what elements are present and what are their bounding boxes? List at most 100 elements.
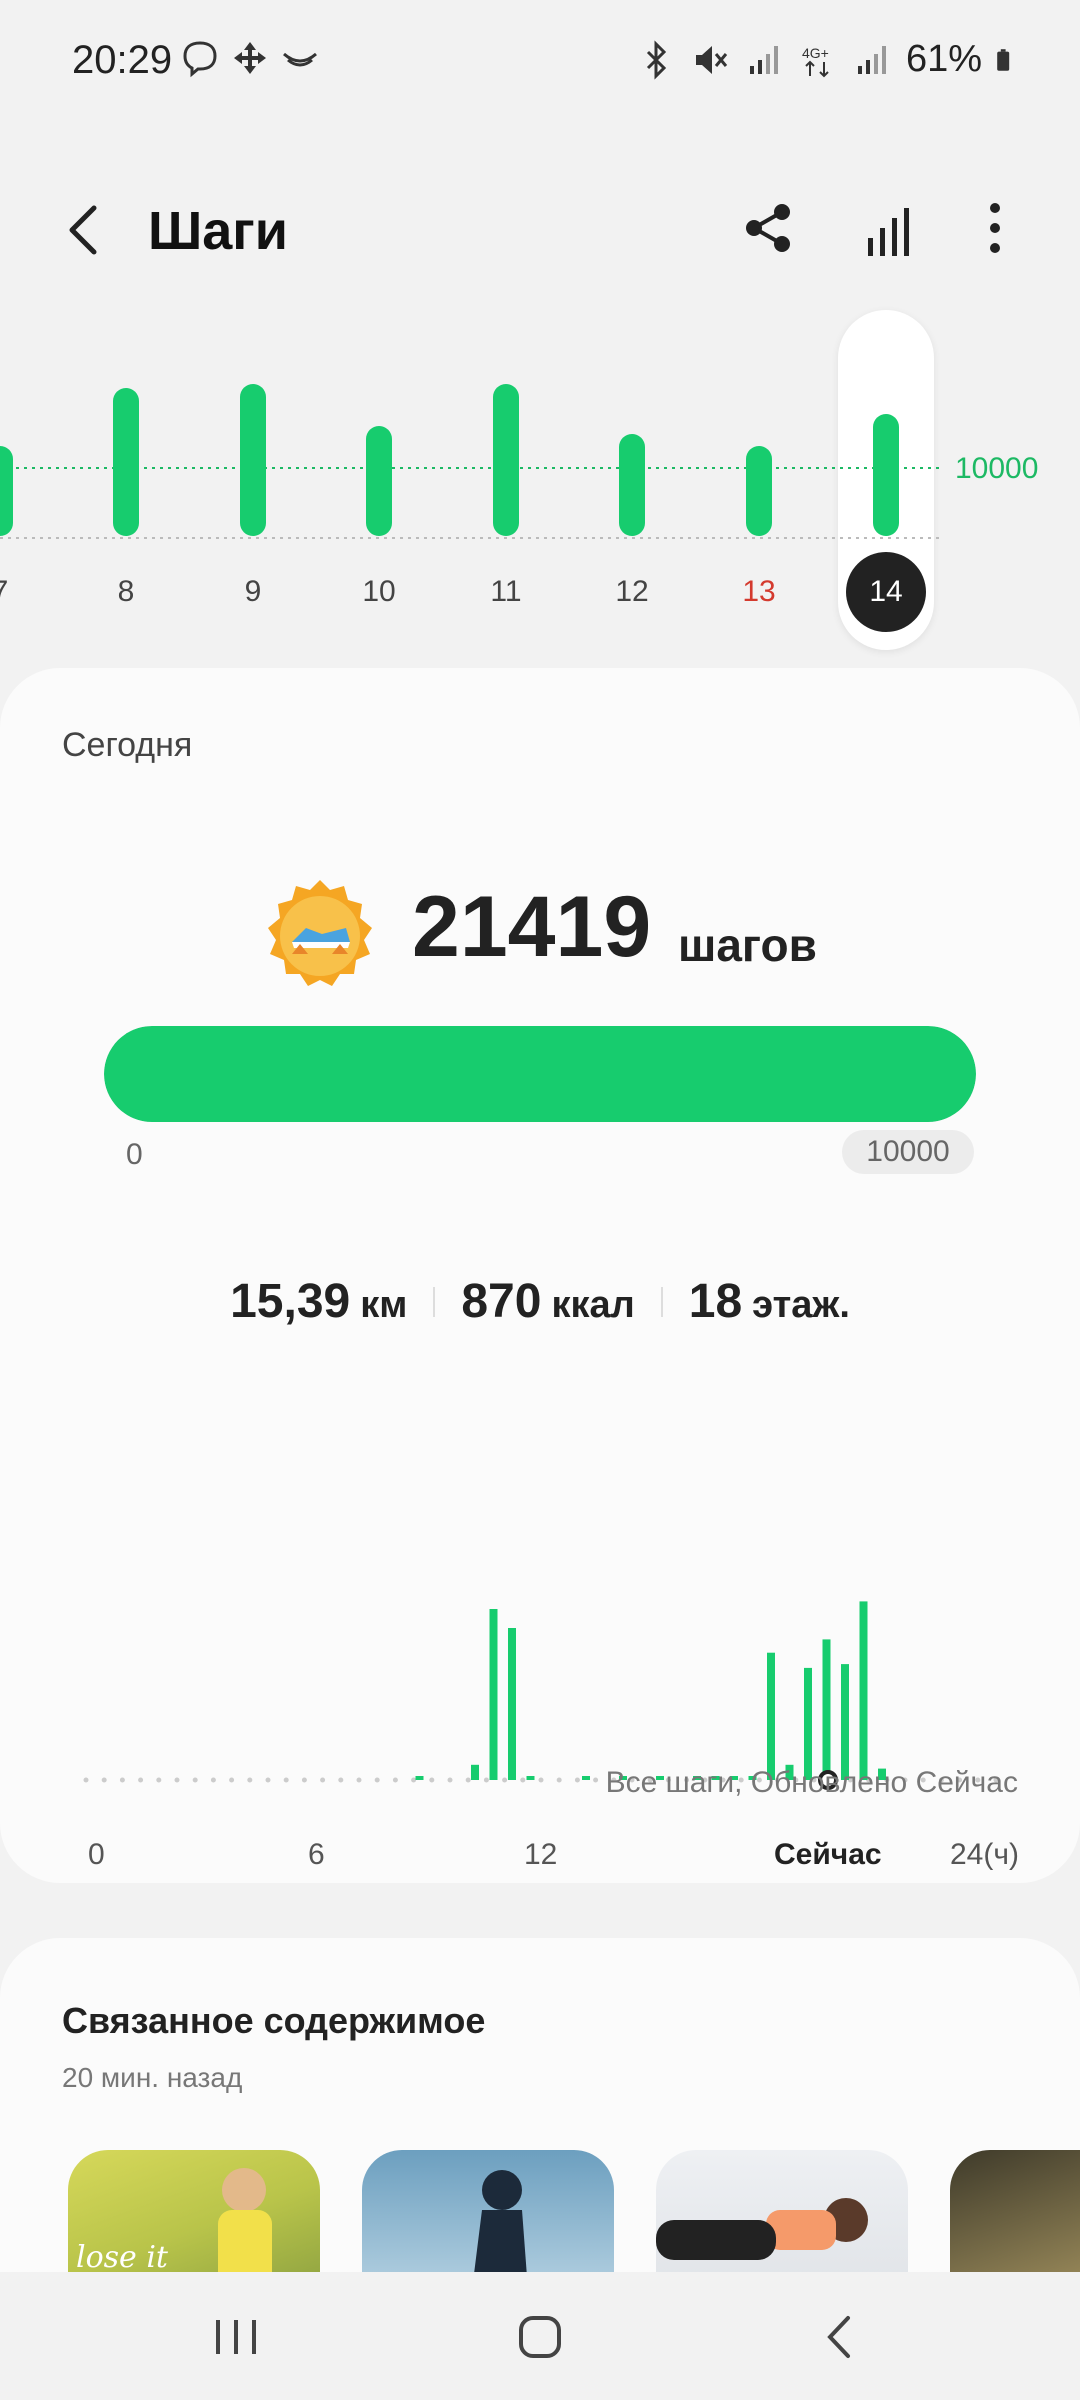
- floors-value: 18: [688, 1275, 743, 1328]
- move-icon: [234, 42, 266, 74]
- hourly-bar: [822, 1639, 831, 1780]
- week-bar[interactable]: [0, 446, 13, 536]
- axis-dot: [392, 1777, 398, 1783]
- axis-dot: [138, 1777, 144, 1783]
- sneaker-badge-icon: [268, 880, 372, 986]
- axis-dot: [356, 1777, 362, 1783]
- axis-dot: [156, 1777, 162, 1783]
- axis-dot: [83, 1777, 89, 1783]
- axis-dot: [229, 1777, 235, 1783]
- axis-dot: [101, 1777, 107, 1783]
- outdoor-image: [950, 2150, 1080, 2278]
- hourly-bar: [582, 1776, 590, 1780]
- axis-dot: [119, 1777, 125, 1783]
- distance-value: 15,39: [230, 1275, 351, 1328]
- viber-icon: [183, 41, 217, 78]
- hour-label-now: Сейчас: [774, 1838, 882, 1871]
- week-bar[interactable]: [619, 434, 645, 536]
- related-thumbnail[interactable]: lose it: [68, 2150, 320, 2278]
- signal-icon: [857, 45, 886, 74]
- recent-apps-button[interactable]: [202, 2302, 272, 2372]
- more-options-icon[interactable]: [975, 188, 1015, 268]
- battery-icon: [997, 48, 1010, 71]
- steps-count: 21419: [412, 879, 652, 975]
- status-bar: 20:29 4G+ 61%: [0, 0, 1080, 120]
- runner-silhouette-image: [473, 2170, 528, 2278]
- calories-unit: ккал: [551, 1284, 635, 1326]
- status-time: 20:29: [72, 38, 173, 82]
- steps-unit: шагов: [678, 919, 817, 971]
- axis-dot: [593, 1777, 599, 1783]
- day-label[interactable]: 8: [86, 575, 166, 609]
- thumbnail-text: lose it: [76, 2240, 168, 2275]
- day-label[interactable]: 9: [213, 575, 293, 609]
- weekly-steps-chart: 10000 7 8 9 10 11 12 13 14: [0, 300, 1080, 650]
- axis-dot: [574, 1777, 580, 1783]
- metrics-row: 15,39 км 870 ккал 18 этаж.: [0, 1274, 1080, 1329]
- week-bar[interactable]: [873, 414, 899, 536]
- day-label[interactable]: 10: [339, 575, 419, 609]
- axis-dot: [338, 1777, 344, 1783]
- today-card: Сегодня 21419 шагов 0 10000 15,39 км 870…: [0, 668, 1080, 1883]
- hourly-bar: [415, 1776, 424, 1780]
- distance-metric: 15,39 км: [204, 1274, 433, 1329]
- hour-label-12: 12: [524, 1838, 558, 1871]
- related-content-card: Связанное содержимое 20 мин. назад lose …: [0, 1938, 1080, 2278]
- signal-icon: [749, 45, 778, 74]
- stats-icon[interactable]: [860, 188, 920, 268]
- day-label[interactable]: 7: [0, 575, 40, 609]
- steps-progress-fill: [104, 1026, 976, 1122]
- hourly-bar: [471, 1764, 479, 1780]
- wave-icon: [283, 52, 317, 67]
- related-title: Связанное содержимое: [62, 2000, 486, 2041]
- axis-dot: [411, 1777, 417, 1783]
- week-bar[interactable]: [240, 384, 266, 536]
- axis-dot: [483, 1777, 489, 1783]
- axis-dot: [520, 1777, 526, 1783]
- week-bar[interactable]: [366, 426, 392, 536]
- hourly-bar: [526, 1776, 535, 1780]
- app-bar: Шаги: [0, 170, 1080, 290]
- floors-metric: 18 этаж.: [663, 1274, 876, 1329]
- battery-percent: 61%: [905, 38, 982, 80]
- updated-text[interactable]: Все шаги, Обновлено Сейчас: [606, 1766, 1018, 1800]
- plank-exercise-image: [656, 2198, 868, 2260]
- back-nav-button[interactable]: [806, 2302, 876, 2372]
- axis-dot: [301, 1777, 307, 1783]
- today-label: Сегодня: [62, 726, 193, 764]
- hourly-steps-chart: 0 6 12 Сейчас 24(ч): [0, 1438, 1080, 1871]
- hourly-bar: [804, 1667, 812, 1780]
- selected-day[interactable]: 14: [846, 552, 926, 632]
- hourly-bar: [767, 1652, 775, 1780]
- related-thumbnail[interactable]: [950, 2150, 1080, 2278]
- axis-dot: [174, 1777, 180, 1783]
- axis-dot: [447, 1777, 453, 1783]
- hour-label-6: 6: [308, 1838, 325, 1871]
- related-subtitle: 20 мин. назад: [62, 2062, 243, 2093]
- axis-dot: [320, 1777, 326, 1783]
- axis-dot: [374, 1777, 380, 1783]
- week-bar[interactable]: [113, 388, 139, 536]
- related-thumbnail[interactable]: [362, 2150, 614, 2278]
- hourly-bars: [83, 1601, 999, 1790]
- axis-dot: [465, 1777, 471, 1783]
- week-bar[interactable]: [493, 384, 519, 536]
- distance-unit: км: [360, 1284, 408, 1326]
- share-icon[interactable]: [738, 188, 798, 268]
- hour-label-24: 24(ч): [950, 1838, 1019, 1871]
- axis-dot: [247, 1777, 253, 1783]
- home-button[interactable]: [505, 2302, 575, 2372]
- day-label[interactable]: 11: [466, 575, 546, 609]
- related-thumbnail[interactable]: [656, 2150, 908, 2278]
- floors-unit: этаж.: [752, 1284, 850, 1326]
- hourly-bar: [841, 1664, 849, 1780]
- axis-dot: [283, 1777, 289, 1783]
- week-bar[interactable]: [746, 446, 772, 536]
- day-label[interactable]: 13: [719, 575, 799, 609]
- day-label[interactable]: 12: [592, 575, 672, 609]
- system-nav-bar: [0, 2272, 1080, 2400]
- axis-dot: [538, 1777, 544, 1783]
- back-button[interactable]: [56, 190, 116, 270]
- calories-metric: 870 ккал: [435, 1274, 660, 1329]
- axis-dot: [429, 1777, 435, 1783]
